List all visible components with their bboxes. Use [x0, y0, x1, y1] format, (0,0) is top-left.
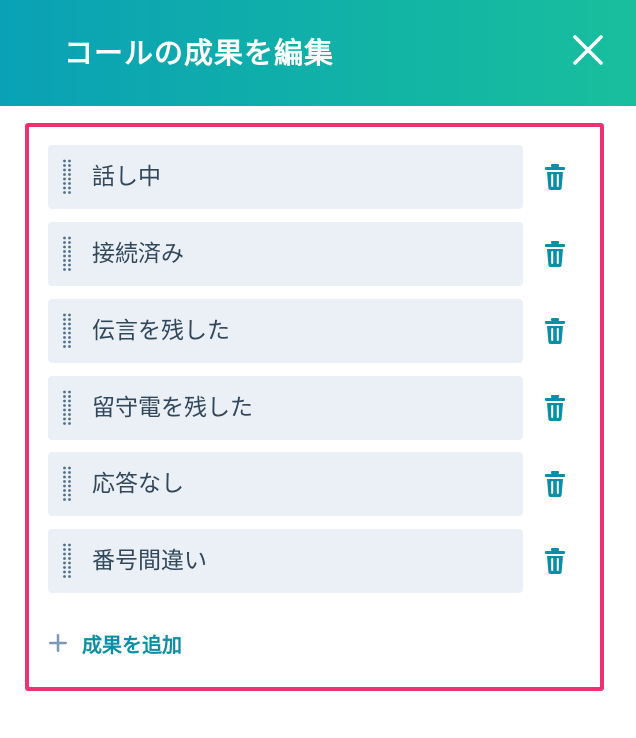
outcome-row: 伝言を残した	[48, 299, 588, 363]
outcome-field[interactable]: 留守電を残した	[48, 376, 523, 440]
trash-icon	[545, 318, 565, 344]
outcome-label: 番号間違い	[92, 548, 207, 574]
outcome-row: 応答なし	[48, 452, 588, 516]
outcome-field[interactable]: 話し中	[48, 145, 523, 209]
dialog-header: コールの成果を編集	[0, 0, 636, 106]
outcome-label: 話し中	[92, 164, 161, 190]
drag-handle-icon[interactable]	[62, 543, 72, 579]
close-button[interactable]	[566, 28, 610, 72]
add-outcome-button[interactable]: 成果を追加	[48, 626, 182, 660]
add-outcome-label: 成果を追加	[82, 632, 182, 657]
delete-outcome-button[interactable]	[542, 163, 568, 191]
close-icon	[573, 35, 603, 65]
drag-handle-icon[interactable]	[62, 466, 72, 502]
trash-icon	[545, 471, 565, 497]
delete-outcome-button[interactable]	[542, 470, 568, 498]
drag-handle-icon[interactable]	[62, 159, 72, 195]
outcome-field[interactable]: 番号間違い	[48, 529, 523, 593]
delete-outcome-button[interactable]	[542, 394, 568, 422]
drag-handle-icon[interactable]	[62, 313, 72, 349]
outcome-row: 接続済み	[48, 222, 588, 286]
outcome-label: 伝言を残した	[92, 318, 230, 344]
outcome-label: 接続済み	[92, 241, 184, 267]
delete-outcome-button[interactable]	[542, 317, 568, 345]
delete-outcome-button[interactable]	[542, 240, 568, 268]
outcome-field[interactable]: 伝言を残した	[48, 299, 523, 363]
trash-icon	[545, 241, 565, 267]
outcome-row: 番号間違い	[48, 529, 588, 593]
plus-icon	[48, 633, 68, 653]
trash-icon	[545, 548, 565, 574]
delete-outcome-button[interactable]	[542, 547, 568, 575]
dialog-title: コールの成果を編集	[64, 36, 335, 70]
drag-handle-icon[interactable]	[62, 236, 72, 272]
trash-icon	[545, 395, 565, 421]
drag-handle-icon[interactable]	[62, 390, 72, 426]
outcome-field[interactable]: 応答なし	[48, 452, 523, 516]
outcome-label: 留守電を残した	[92, 395, 253, 421]
outcome-field[interactable]: 接続済み	[48, 222, 523, 286]
outcome-label: 応答なし	[92, 471, 184, 497]
outcome-row: 留守電を残した	[48, 376, 588, 440]
trash-icon	[545, 164, 565, 190]
outcome-row: 話し中	[48, 145, 588, 209]
